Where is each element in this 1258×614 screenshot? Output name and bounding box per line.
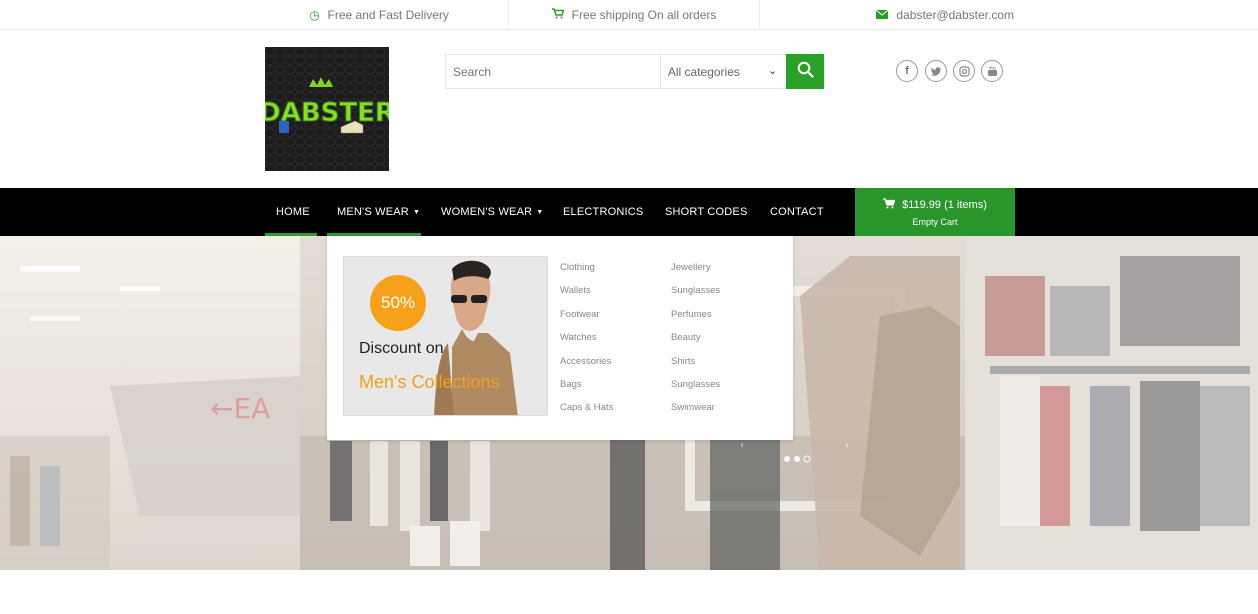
youtube-icon[interactable]: [981, 60, 1003, 82]
email-info[interactable]: dabster@dabster.com: [760, 0, 1020, 29]
main-nav: HOME MEN'S WEAR ▼ WOMEN'S WEAR ▼ ELECTRONI…: [0, 188, 1258, 236]
cart-box[interactable]: $119.99 (1 items) Empty Cart: [855, 188, 1015, 236]
cart-icon: [883, 198, 896, 212]
facebook-icon[interactable]: f: [896, 60, 918, 82]
nav-short-codes-label: SHORT CODES: [665, 206, 748, 218]
menu-item-jewellery[interactable]: Jewellery: [671, 256, 720, 279]
menu-item-sunglasses[interactable]: Sunglasses: [671, 279, 720, 302]
nav-electronics[interactable]: ELECTRONICS: [563, 188, 643, 236]
dropdown-column-2: Jewellery Sunglasses Perfumes Beauty Shi…: [671, 256, 720, 420]
nav-womens-wear-label: WOMEN'S WEAR: [441, 206, 533, 218]
nav-contact-label: CONTACT: [770, 206, 824, 218]
promo-line-2: Men's Collections: [359, 372, 500, 392]
nav-home-label: HOME: [276, 206, 310, 218]
promo-line-1: Discount on: [359, 340, 444, 357]
shipping-text: Free shipping On all orders: [571, 7, 717, 22]
nav-mens-wear[interactable]: MEN'S WEAR ▼: [337, 188, 420, 236]
menu-item-perfumes[interactable]: Perfumes: [671, 303, 720, 326]
menu-item-accessories[interactable]: Accessories: [560, 350, 613, 373]
dropdown-column-1: Clothing Wallets Footwear Watches Access…: [560, 256, 613, 420]
caret-down-icon: ▼: [412, 208, 421, 216]
search-icon: [797, 61, 814, 83]
search-button[interactable]: [786, 54, 824, 89]
cart-amount-text: $119.99 (1 items): [902, 199, 987, 211]
menu-item-watches[interactable]: Watches: [560, 326, 613, 349]
empty-cart-link[interactable]: Empty Cart: [855, 217, 1015, 227]
menu-item-footwear[interactable]: Footwear: [560, 303, 613, 326]
category-select-value: All categories: [667, 64, 740, 79]
nav-electronics-label: ELECTRONICS: [563, 206, 644, 218]
nav-womens-wear[interactable]: WOMEN'S WEAR ▼: [441, 188, 543, 236]
site-logo[interactable]: DABSTER: [265, 47, 389, 171]
nav-short-codes[interactable]: SHORT CODES: [665, 188, 747, 236]
category-select[interactable]: All categories ⌄: [659, 55, 786, 88]
shipping-info: Free shipping On all orders: [509, 0, 759, 29]
mail-icon: [876, 8, 889, 22]
menu-item-caps-hats[interactable]: Caps & Hats: [560, 396, 613, 419]
menu-item-shirts[interactable]: Shirts: [671, 350, 720, 373]
search-bar: All categories ⌄: [445, 54, 825, 89]
chevron-down-icon: ⌄: [767, 65, 778, 77]
nav-home[interactable]: HOME: [276, 188, 310, 236]
menu-item-bags[interactable]: Bags: [560, 373, 613, 396]
menu-item-swimwear[interactable]: Swimwear: [671, 396, 720, 419]
delivery-info: ◷ Free and Fast Delivery: [250, 0, 508, 29]
email-link[interactable]: dabster@dabster.com: [896, 8, 1014, 22]
mens-wear-dropdown: 50% Discount on Men's Collections Clothi…: [327, 236, 793, 440]
twitter-icon[interactable]: [925, 60, 947, 82]
promo-banner[interactable]: 50% Discount on Men's Collections: [343, 256, 548, 416]
menu-item-sunglasses-2[interactable]: Sunglasses: [671, 373, 720, 396]
delivery-text: Free and Fast Delivery: [327, 7, 449, 22]
menu-item-wallets[interactable]: Wallets: [560, 279, 613, 302]
clock-icon: ◷: [309, 7, 320, 22]
cart-amount: $119.99 (1 items): [855, 198, 1015, 212]
search-input[interactable]: [446, 55, 660, 88]
instagram-icon[interactable]: [953, 60, 975, 82]
top-info-bar: ◷ Free and Fast Delivery Free shipping O…: [0, 0, 1258, 30]
cart-icon: [551, 7, 565, 22]
menu-item-beauty[interactable]: Beauty: [671, 326, 720, 349]
discount-badge: 50%: [370, 275, 426, 331]
nav-mens-wear-label: MEN'S WEAR: [337, 206, 409, 218]
menu-item-clothing[interactable]: Clothing: [560, 256, 613, 279]
nav-contact[interactable]: CONTACT: [770, 188, 824, 236]
caret-down-icon: ▼: [536, 208, 544, 216]
